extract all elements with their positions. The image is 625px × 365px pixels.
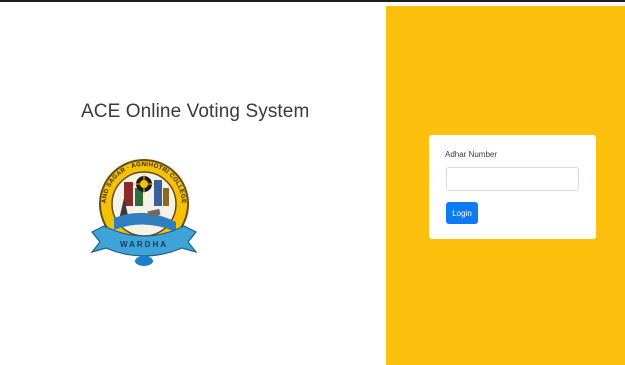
svg-text:WARDHA: WARDHA xyxy=(120,240,168,249)
branding-panel: ACE Online Voting System MAHARSHI DAYANA… xyxy=(0,2,386,365)
page-title: ACE Online Voting System xyxy=(81,101,310,122)
college-seal-icon: MAHARSHI DAYANAND SAGAR · AGNIHOTRI COLL… xyxy=(84,142,198,266)
adhar-number-label: Adhar Number xyxy=(445,150,498,159)
login-button[interactable]: Login xyxy=(446,202,478,224)
login-card: Adhar Number Login xyxy=(429,135,596,239)
login-panel: Adhar Number Login xyxy=(386,6,625,365)
adhar-number-input[interactable] xyxy=(446,167,579,191)
